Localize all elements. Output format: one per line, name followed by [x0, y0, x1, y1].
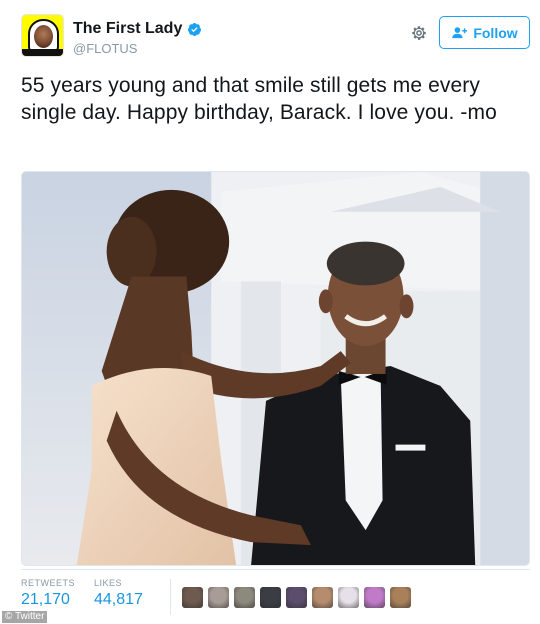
liker-avatar[interactable] [364, 587, 385, 608]
retweets-label: RETWEETS [21, 578, 76, 588]
twitter-watermark: © Twitter [2, 611, 48, 623]
avatar-photo [34, 25, 53, 48]
tweet-card: The First Lady @FLOTUS Follow 55 years y… [0, 0, 540, 624]
liker-avatar[interactable] [286, 587, 307, 608]
likes-count: 44,817 [94, 591, 143, 608]
verified-badge-icon [188, 22, 202, 36]
likes-label: LIKES [94, 578, 123, 588]
photo-illustration [22, 172, 529, 565]
liker-avatar[interactable] [390, 587, 411, 608]
liker-avatar[interactable] [182, 587, 203, 608]
name-row: The First Lady [73, 20, 202, 38]
tweet-photo[interactable] [21, 171, 530, 566]
likes-stat[interactable]: LIKES 44,817 [94, 578, 143, 609]
liker-avatars [182, 587, 411, 608]
liker-avatar[interactable] [338, 587, 359, 608]
follow-label: Follow [473, 24, 518, 41]
retweets-count: 21,170 [21, 591, 70, 608]
gear-icon[interactable] [410, 24, 428, 42]
tweet-text: 55 years young and that smile still gets… [21, 74, 497, 124]
liker-avatar[interactable] [208, 587, 229, 608]
liker-avatar[interactable] [234, 587, 255, 608]
add-user-icon [452, 27, 468, 39]
liker-avatar[interactable] [260, 587, 281, 608]
liker-avatar[interactable] [312, 587, 333, 608]
retweets-stat[interactable]: RETWEETS 21,170 [21, 578, 75, 609]
display-name[interactable]: The First Lady [73, 20, 182, 38]
follow-button[interactable]: Follow [439, 16, 530, 49]
user-handle[interactable]: @FLOTUS [73, 41, 137, 56]
profile-avatar[interactable] [21, 14, 64, 57]
